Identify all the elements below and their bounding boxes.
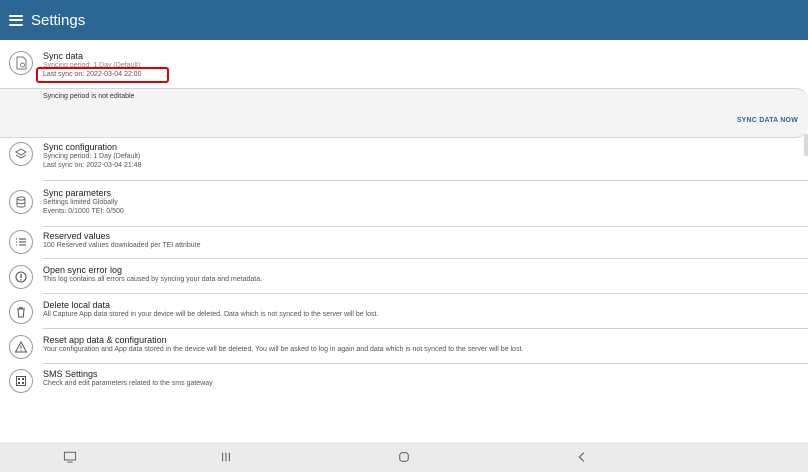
item-title: Reset app data & configuration (43, 335, 167, 345)
divider (43, 258, 808, 259)
warning-icon (9, 335, 33, 359)
item-line: Last sync on: 2022-03-04 21:48 (43, 162, 142, 169)
item-title: Sync configuration (43, 142, 118, 152)
hamburger-menu-icon[interactable] (9, 13, 23, 27)
divider (43, 328, 808, 329)
reset-app-data-item[interactable]: Reset app data & configuration Your conf… (0, 333, 808, 364)
item-title: Delete local data (43, 300, 111, 310)
sync-parameters-item[interactable]: Sync parameters Settings limited Globall… (0, 184, 808, 227)
sync-configuration-icon (9, 142, 33, 166)
item-line: This log contains all errors caused by s… (43, 276, 263, 283)
trash-icon (9, 300, 33, 324)
divider (43, 226, 808, 227)
list-icon (9, 230, 33, 254)
open-sync-error-log-item[interactable]: Open sync error log This log contains al… (0, 263, 808, 294)
home-icon[interactable] (396, 450, 412, 464)
last-sync-highlight-box (36, 67, 169, 83)
sync-period-message: Syncing period is not editable (43, 93, 135, 100)
divider (43, 180, 808, 181)
item-line: Settings limited Globally (43, 199, 118, 206)
sms-settings-item[interactable]: SMS Settings Check and edit parameters r… (0, 367, 808, 397)
reserved-values-item[interactable]: Reserved values 100 Reserved values down… (0, 228, 808, 259)
back-icon[interactable] (574, 450, 590, 464)
sync-document-icon (9, 51, 33, 75)
item-line: Check and edit parameters related to the… (43, 380, 213, 387)
delete-local-data-item[interactable]: Delete local data All Capture App data s… (0, 298, 808, 329)
settings-list: Sync data Syncing period: 1 Day (Default… (0, 40, 808, 442)
item-line: Syncing period: 1 Day (Default) (43, 153, 141, 160)
sync-data-title: Sync data (43, 51, 84, 61)
error-icon (9, 265, 33, 289)
screenshot-icon[interactable] (62, 450, 78, 464)
database-icon (9, 190, 33, 214)
sync-configuration-item[interactable]: Sync configuration Syncing period: 1 Day… (0, 138, 808, 181)
sms-icon (9, 369, 33, 393)
sync-data-expanded-panel: Syncing period is not editable SYNC DATA… (0, 88, 808, 138)
system-navigation-bar (0, 442, 808, 472)
item-title: Open sync error log (43, 265, 123, 275)
item-title: Sync parameters (43, 188, 112, 198)
page-title: Settings (31, 11, 86, 29)
sync-data-now-button[interactable]: SYNC DATA NOW (737, 117, 798, 124)
app-bar: Settings (0, 0, 808, 40)
item-line: Your configuration and App data stored i… (43, 346, 524, 353)
item-title: Reserved values (43, 231, 111, 241)
item-line: 100 Reserved values downloaded per TEI a… (43, 242, 201, 249)
divider (43, 363, 808, 364)
item-line: Events: 0/1000 TEI: 0/500 (43, 208, 124, 215)
item-title: SMS Settings (43, 369, 98, 379)
recent-apps-icon[interactable] (218, 450, 234, 464)
item-line: All Capture App data stored in your devi… (43, 311, 379, 318)
divider (43, 293, 808, 294)
